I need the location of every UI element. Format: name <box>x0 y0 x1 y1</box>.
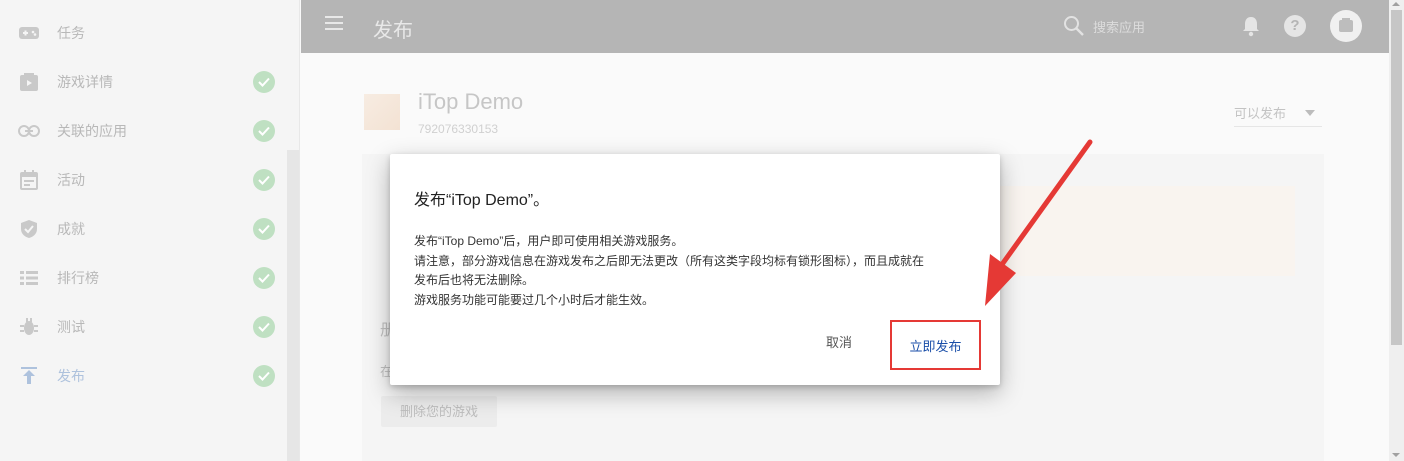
publish-now-button[interactable]: 立即发布 <box>890 320 981 370</box>
check-circle-icon <box>253 266 275 289</box>
check-circle-icon <box>253 70 275 93</box>
status-underline <box>1234 126 1322 127</box>
sidebar-scrollbar[interactable] <box>287 150 299 461</box>
gamepad-icon <box>18 22 40 44</box>
search-input[interactable]: 搜索应用 <box>1093 17 1145 36</box>
calendar-icon <box>18 169 40 191</box>
delete-game-button[interactable]: 删除您的游戏 <box>381 396 497 427</box>
help-icon[interactable]: ? <box>1284 15 1306 37</box>
sidebar-item-testing[interactable]: 测试 <box>0 302 287 351</box>
sidebar-item-events[interactable]: 活动 <box>0 155 287 204</box>
sidebar-item-leaderboards[interactable]: 排行榜 <box>0 253 287 302</box>
publish-dialog: 发布“iTop Demo”。 发布“iTop Demo”后，用户即可使用相关游戏… <box>390 154 1000 385</box>
check-circle-icon <box>253 168 275 191</box>
app-bar: 发布 搜索应用 ? <box>301 0 1389 53</box>
search-icon[interactable] <box>1063 15 1085 37</box>
dialog-body-line: 发布后也将无法删除。 <box>414 273 535 287</box>
list-icon <box>18 267 40 289</box>
status-dropdown[interactable]: 可以发布 <box>1234 103 1286 122</box>
publish-icon <box>18 365 40 387</box>
check-circle-icon <box>253 119 275 142</box>
scroll-up-icon[interactable] <box>1392 2 1400 6</box>
game-thumbnail <box>364 94 400 130</box>
sidebar-item-label: 活动 <box>57 171 85 188</box>
sidebar-item-publish[interactable]: 发布 <box>0 351 287 400</box>
dialog-body: 发布“iTop Demo”后，用户即可使用相关游戏服务。 请注意，部分游戏信息在… <box>414 232 984 310</box>
page-scrollbar[interactable] <box>1389 0 1404 461</box>
check-circle-icon <box>253 315 275 338</box>
sidebar-item-label: 成就 <box>57 220 85 237</box>
sidebar-item-achievements[interactable]: 成就 <box>0 204 287 253</box>
sidebar-item-tasks[interactable]: 任务 <box>0 8 287 57</box>
sidebar-item-label: 排行榜 <box>57 269 99 286</box>
chevron-down-icon[interactable] <box>1305 110 1315 116</box>
scroll-down-icon[interactable] <box>1392 453 1400 457</box>
page-title: 发布 <box>373 20 413 42</box>
sidebar-item-game-details[interactable]: 游戏详情 <box>0 57 287 106</box>
check-circle-icon <box>253 364 275 387</box>
play-box-icon <box>18 71 40 93</box>
dialog-body-line: 发布“iTop Demo”后，用户即可使用相关游戏服务。 <box>414 234 684 248</box>
bug-icon <box>18 316 40 338</box>
dialog-title: 发布“iTop Demo”。 <box>414 192 550 209</box>
sidebar-item-label: 发布 <box>57 367 85 384</box>
dialog-body-line: 游戏服务功能可能要过几个小时后才能生效。 <box>414 292 655 307</box>
scroll-thumb[interactable] <box>1391 10 1402 345</box>
sidebar-item-label: 测试 <box>57 318 85 335</box>
shield-check-icon <box>18 218 40 240</box>
annotation-arrow-icon <box>985 139 1093 306</box>
dialog-body-line: 请注意，部分游戏信息在游戏发布之后即无法更改（所有这类字段均标有锁形图标），而且… <box>414 253 925 268</box>
game-id: 792076330153 <box>418 122 499 136</box>
sidebar-item-label: 任务 <box>57 24 85 41</box>
game-name: iTop Demo <box>418 89 524 114</box>
bell-icon[interactable] <box>1241 15 1261 37</box>
menu-icon[interactable] <box>325 16 345 36</box>
sidebar-item-label: 关联的应用 <box>57 122 127 139</box>
avatar[interactable] <box>1330 10 1362 42</box>
sidebar: 任务 游戏详情 关联的应用 活动 成就 排行榜 测试 发布 <box>0 0 300 461</box>
check-circle-icon <box>253 217 275 240</box>
sidebar-item-linked-apps[interactable]: 关联的应用 <box>0 106 287 155</box>
sidebar-item-label: 游戏详情 <box>57 73 113 90</box>
cancel-button[interactable]: 取消 <box>826 332 852 351</box>
link-icon <box>18 120 40 142</box>
